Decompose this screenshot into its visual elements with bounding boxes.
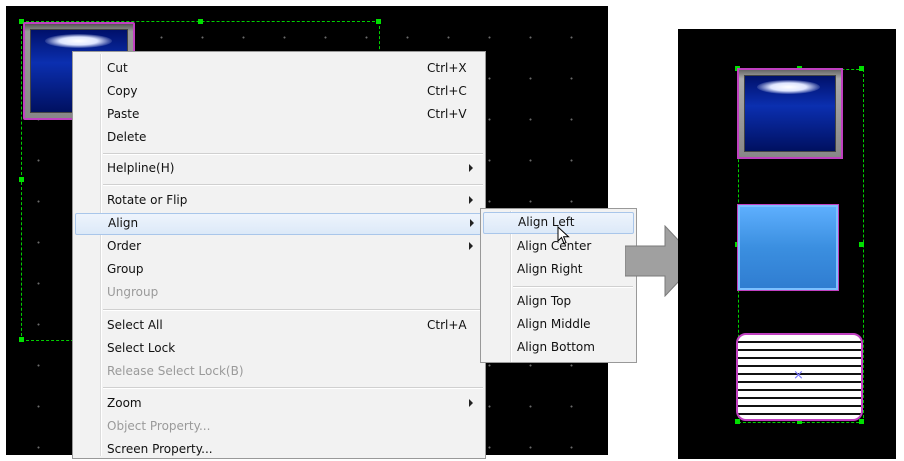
menu-item-paste[interactable]: Paste Ctrl+V — [73, 104, 485, 126]
menu-item-select-all[interactable]: Select All Ctrl+A — [73, 315, 485, 337]
menu-item-shortcut: Ctrl+C — [427, 84, 467, 98]
menu-item-label: Select Lock — [107, 341, 176, 355]
menu-separator — [103, 309, 483, 311]
menu-item-align[interactable]: Align — [75, 213, 483, 235]
menu-item-shortcut: Ctrl+X — [427, 61, 467, 75]
menu-item-helpline[interactable]: Helpline(H) — [73, 158, 485, 180]
menu-separator — [103, 153, 483, 155]
menu-item-label: Rotate or Flip — [107, 193, 188, 207]
menu-item-label: Zoom — [107, 396, 142, 410]
menu-item-label: Screen Property... — [107, 442, 213, 456]
submenu-item-align-middle[interactable]: Align Middle — [481, 314, 636, 336]
menu-item-rotate-or-flip[interactable]: Rotate or Flip — [73, 190, 485, 212]
lamp-face — [744, 75, 836, 152]
menu-item-label: Align Top — [517, 294, 572, 308]
menu-item-shortcut: Ctrl+V — [427, 107, 467, 121]
menu-item-label: Order — [107, 239, 142, 253]
selection-handle — [859, 242, 864, 247]
lamp-glare — [757, 80, 820, 94]
menu-separator — [513, 286, 633, 288]
menu-item-order[interactable]: Order — [73, 236, 485, 258]
menu-separator — [103, 387, 483, 389]
selection-handle[interactable] — [19, 337, 24, 342]
menu-item-object-property: Object Property... — [73, 416, 485, 438]
menu-item-ungroup: Ungroup — [73, 282, 485, 304]
submenu-arrow-icon — [469, 242, 473, 250]
lamp-object — [737, 68, 843, 159]
menu-item-label: Select All — [107, 318, 163, 332]
menu-item-copy[interactable]: Copy Ctrl+C — [73, 81, 485, 103]
selection-handle — [859, 66, 864, 71]
menu-item-label: Paste — [107, 107, 140, 121]
submenu-item-align-top[interactable]: Align Top — [481, 291, 636, 313]
context-menu: Cut Ctrl+X Copy Ctrl+C Paste Ctrl+V Delete … — [72, 51, 486, 459]
selection-handle[interactable] — [198, 19, 203, 24]
submenu-arrow-icon — [469, 196, 473, 204]
menu-item-group[interactable]: Group — [73, 259, 485, 281]
x-mark-icon: × — [793, 368, 804, 383]
menu-item-label: Align — [108, 216, 139, 230]
menu-item-label: Align Middle — [517, 317, 591, 331]
menu-item-cut[interactable]: Cut Ctrl+X — [73, 58, 485, 80]
menu-item-label: Release Select Lock(B) — [107, 364, 244, 378]
menu-item-label: Group — [107, 262, 144, 276]
menu-item-delete[interactable]: Delete — [73, 127, 485, 149]
menu-item-release-select-lock: Release Select Lock(B) — [73, 361, 485, 383]
menu-item-label: Delete — [107, 130, 147, 144]
submenu-arrow-icon — [469, 399, 473, 407]
menu-item-label: Copy — [107, 84, 138, 98]
menu-item-label: Helpline(H) — [107, 161, 175, 175]
menu-item-label: Align Center — [517, 239, 592, 253]
menu-item-zoom[interactable]: Zoom — [73, 393, 485, 415]
menu-item-select-lock[interactable]: Select Lock — [73, 338, 485, 360]
selection-handle — [735, 419, 740, 424]
menu-item-label: Cut — [107, 61, 128, 75]
submenu-arrow-icon — [469, 164, 473, 172]
selection-handle[interactable] — [19, 177, 24, 182]
menu-item-label: Object Property... — [107, 419, 211, 433]
menu-item-label: Align Right — [517, 262, 583, 276]
menu-item-shortcut: Ctrl+A — [427, 318, 467, 332]
submenu-item-align-right[interactable]: Align Right — [481, 259, 636, 281]
menu-item-label: Align Bottom — [517, 340, 595, 354]
mouse-pointer-icon — [557, 226, 570, 245]
result-preview: × — [678, 29, 896, 459]
menu-item-label: Ungroup — [107, 285, 159, 299]
lamp-glare — [45, 34, 113, 48]
selection-handle — [859, 419, 864, 424]
selection-handle[interactable] — [376, 19, 381, 24]
menu-item-screen-property[interactable]: Screen Property... — [73, 439, 485, 461]
submenu-item-align-bottom[interactable]: Align Bottom — [481, 337, 636, 359]
submenu-arrow-icon — [470, 219, 474, 227]
blue-button-object — [737, 204, 839, 291]
menu-separator — [103, 184, 483, 186]
